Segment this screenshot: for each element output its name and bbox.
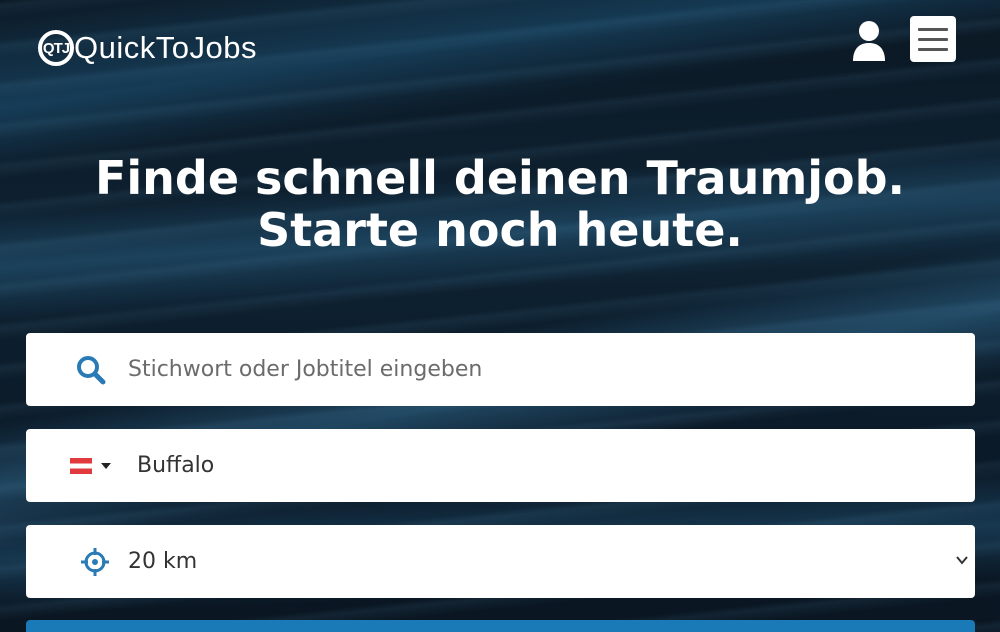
search-submit-button[interactable]: [26, 620, 975, 632]
menu-bar: [918, 47, 948, 51]
radius-value: 20 km: [128, 549, 198, 574]
austria-flag-icon[interactable]: [70, 457, 92, 474]
hero-line-2: Starte noch heute.: [257, 203, 743, 257]
radius-select[interactable]: 20 km: [26, 525, 975, 598]
hero-line-1: Finde schnell deinen Traumjob.: [94, 151, 906, 205]
location-value: Buffalo: [137, 453, 215, 478]
menu-bar: [918, 27, 948, 31]
search-icon: [77, 355, 106, 384]
location-input[interactable]: Buffalo: [26, 429, 975, 502]
chevron-down-icon[interactable]: [101, 462, 111, 469]
brand-name: QuickToJobs: [74, 30, 257, 65]
crosshair-icon: [81, 547, 109, 576]
menu-bar: [918, 37, 948, 41]
hamburger-menu-button[interactable]: [910, 16, 956, 62]
site-logo[interactable]: QTJ QuickToJobs: [38, 30, 257, 66]
keyword-search-input[interactable]: Stichwort oder Jobtitel eingeben: [26, 333, 975, 406]
chevron-down-icon[interactable]: [955, 553, 969, 567]
site-header: QTJ QuickToJobs: [0, 0, 1000, 100]
logo-mark-icon: QTJ: [38, 30, 74, 66]
keyword-placeholder: Stichwort oder Jobtitel eingeben: [128, 357, 483, 382]
hero-headline: Finde schnell deinen Traumjob. Starte no…: [0, 152, 1000, 256]
user-icon[interactable]: [852, 20, 886, 62]
